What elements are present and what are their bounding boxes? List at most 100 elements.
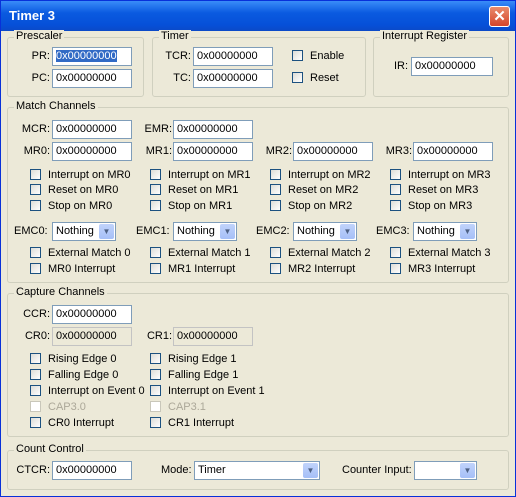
emr-label: EMR: [144, 123, 173, 135]
checkbox-box [390, 184, 401, 195]
checkbox-box [270, 200, 281, 211]
checkbox-box [30, 247, 41, 258]
mode-label: Mode: [161, 464, 192, 476]
emc3-dropdown[interactable]: Nothing ▼ [413, 222, 477, 241]
chevron-down-icon: ▼ [340, 224, 355, 239]
close-button[interactable]: ✕ [489, 6, 510, 27]
stop-on-mr1-checkbox[interactable]: Stop on MR1 [150, 200, 232, 214]
reset-label: Reset [310, 72, 339, 84]
interrupt-on-mr0-checkbox[interactable]: Interrupt on MR0 [30, 169, 131, 183]
checkbox-box [30, 200, 41, 211]
cap3-1-label: CAP3.1 [168, 401, 206, 413]
external-match-0-checkbox[interactable]: External Match 0 [30, 247, 131, 261]
emc2-value: Nothing [297, 225, 335, 237]
external-match-3-label: External Match 3 [408, 247, 491, 259]
interrupt-register-group: Interrupt Register IR: 0x00000000 [373, 30, 509, 97]
emr-input[interactable]: 0x00000000 [173, 120, 253, 139]
pc-input[interactable]: 0x00000000 [52, 69, 132, 88]
external-match-3-checkbox[interactable]: External Match 3 [390, 247, 491, 261]
ir-input[interactable]: 0x00000000 [411, 57, 493, 76]
interrupt-on-mr2-checkbox[interactable]: Interrupt on MR2 [270, 169, 371, 183]
title-bar[interactable]: Timer 3 ✕ [1, 1, 515, 31]
stop-on-mr0-label: Stop on MR0 [48, 200, 113, 212]
rising-edge-1-checkbox[interactable]: Rising Edge 1 [150, 353, 237, 367]
mr2-input[interactable]: 0x00000000 [293, 142, 373, 161]
stop-on-mr2-checkbox[interactable]: Stop on MR2 [270, 200, 352, 214]
rising-edge-0-checkbox[interactable]: Rising Edge 0 [30, 353, 117, 367]
ctcr-input[interactable]: 0x00000000 [52, 461, 132, 480]
timer-label: Timer [159, 30, 191, 42]
tc-input[interactable]: 0x00000000 [193, 69, 273, 88]
pr-value: 0x00000000 [56, 50, 117, 62]
checkbox-box [150, 263, 161, 274]
mr1-interrupt-label: MR1 Interrupt [168, 263, 236, 275]
checkbox-box [390, 169, 401, 180]
cap3-1-checkbox: CAP3.1 [150, 401, 206, 415]
mode-value: Timer [198, 464, 226, 476]
cr0-label: CR0: [24, 330, 50, 342]
emc1-dropdown[interactable]: Nothing ▼ [173, 222, 237, 241]
ccr-label: CCR: [23, 308, 50, 320]
falling-edge-1-checkbox[interactable]: Falling Edge 1 [150, 369, 238, 383]
mr3-input[interactable]: 0x00000000 [413, 142, 493, 161]
cr1-interrupt-label: CR1 Interrupt [168, 417, 235, 429]
interrupt-on-mr0-label: Interrupt on MR0 [48, 169, 131, 181]
reset-on-mr0-checkbox[interactable]: Reset on MR0 [30, 184, 118, 198]
interrupt-on-event-0-checkbox[interactable]: Interrupt on Event 0 [30, 385, 145, 399]
enable-checkbox[interactable]: Enable [292, 50, 344, 64]
mr3-interrupt-checkbox[interactable]: MR3 Interrupt [390, 263, 475, 277]
cr0-interrupt-checkbox[interactable]: CR0 Interrupt [30, 417, 114, 431]
count-control-label: Count Control [14, 443, 86, 455]
checkbox-box [30, 385, 41, 396]
stop-on-mr3-label: Stop on MR3 [408, 200, 473, 212]
chevron-down-icon: ▼ [460, 224, 475, 239]
mr1-interrupt-checkbox[interactable]: MR1 Interrupt [150, 263, 235, 277]
reset-on-mr2-checkbox[interactable]: Reset on MR2 [270, 184, 358, 198]
mr2-interrupt-checkbox[interactable]: MR2 Interrupt [270, 263, 355, 277]
reset-on-mr1-checkbox[interactable]: Reset on MR1 [150, 184, 238, 198]
mr0-input[interactable]: 0x00000000 [52, 142, 132, 161]
reset-checkbox[interactable]: Reset [292, 72, 339, 86]
interrupt-register-label: Interrupt Register [380, 30, 469, 42]
timer-dialog: Timer 3 ✕ Prescaler PR: 0x00000000 PC: 0… [0, 0, 516, 497]
cap3-0-label: CAP3.0 [48, 401, 86, 413]
stop-on-mr3-checkbox[interactable]: Stop on MR3 [390, 200, 472, 214]
emc2-label: EMC2: [256, 225, 290, 237]
interrupt-on-mr1-checkbox[interactable]: Interrupt on MR1 [150, 169, 251, 183]
checkbox-box [270, 263, 281, 274]
interrupt-on-mr3-checkbox[interactable]: Interrupt on MR3 [390, 169, 491, 183]
stop-on-mr0-checkbox[interactable]: Stop on MR0 [30, 200, 112, 214]
reset-on-mr3-checkbox[interactable]: Reset on MR3 [390, 184, 478, 198]
tcr-input[interactable]: 0x00000000 [193, 47, 273, 66]
mode-dropdown[interactable]: Timer ▼ [194, 461, 320, 480]
checkbox-box [30, 263, 41, 274]
checkbox-box [150, 385, 161, 396]
checkbox-box [270, 169, 281, 180]
external-match-2-checkbox[interactable]: External Match 2 [270, 247, 371, 261]
cr1-interrupt-checkbox[interactable]: CR1 Interrupt [150, 417, 234, 431]
enable-label: Enable [310, 50, 345, 62]
emc0-dropdown[interactable]: Nothing ▼ [52, 222, 116, 241]
pr-input[interactable]: 0x00000000 [52, 47, 132, 66]
ccr-input[interactable]: 0x00000000 [52, 305, 132, 324]
emc1-value: Nothing [177, 225, 215, 237]
interrupt-on-event-1-label: Interrupt on Event 1 [168, 385, 265, 397]
mcr-input[interactable]: 0x00000000 [52, 120, 132, 139]
mr0-interrupt-checkbox[interactable]: MR0 Interrupt [30, 263, 115, 277]
emc3-value: Nothing [417, 225, 455, 237]
checkbox-box [150, 169, 161, 180]
falling-edge-0-checkbox[interactable]: Falling Edge 0 [30, 369, 118, 383]
mr1-input[interactable]: 0x00000000 [173, 142, 253, 161]
checkbox-box [292, 50, 303, 61]
prescaler-label: Prescaler [14, 30, 65, 42]
emc2-dropdown[interactable]: Nothing ▼ [293, 222, 357, 241]
checkbox-box [150, 417, 161, 428]
counter-input-dropdown[interactable]: ▼ [414, 461, 477, 480]
checkbox-box [30, 369, 41, 380]
counter-input-label: Counter Input: [342, 464, 412, 476]
interrupt-on-mr1-label: Interrupt on MR1 [168, 169, 251, 181]
interrupt-on-event-1-checkbox[interactable]: Interrupt on Event 1 [150, 385, 265, 399]
external-match-1-checkbox[interactable]: External Match 1 [150, 247, 251, 261]
checkbox-box [150, 369, 161, 380]
reset-on-mr3-label: Reset on MR3 [408, 184, 479, 196]
